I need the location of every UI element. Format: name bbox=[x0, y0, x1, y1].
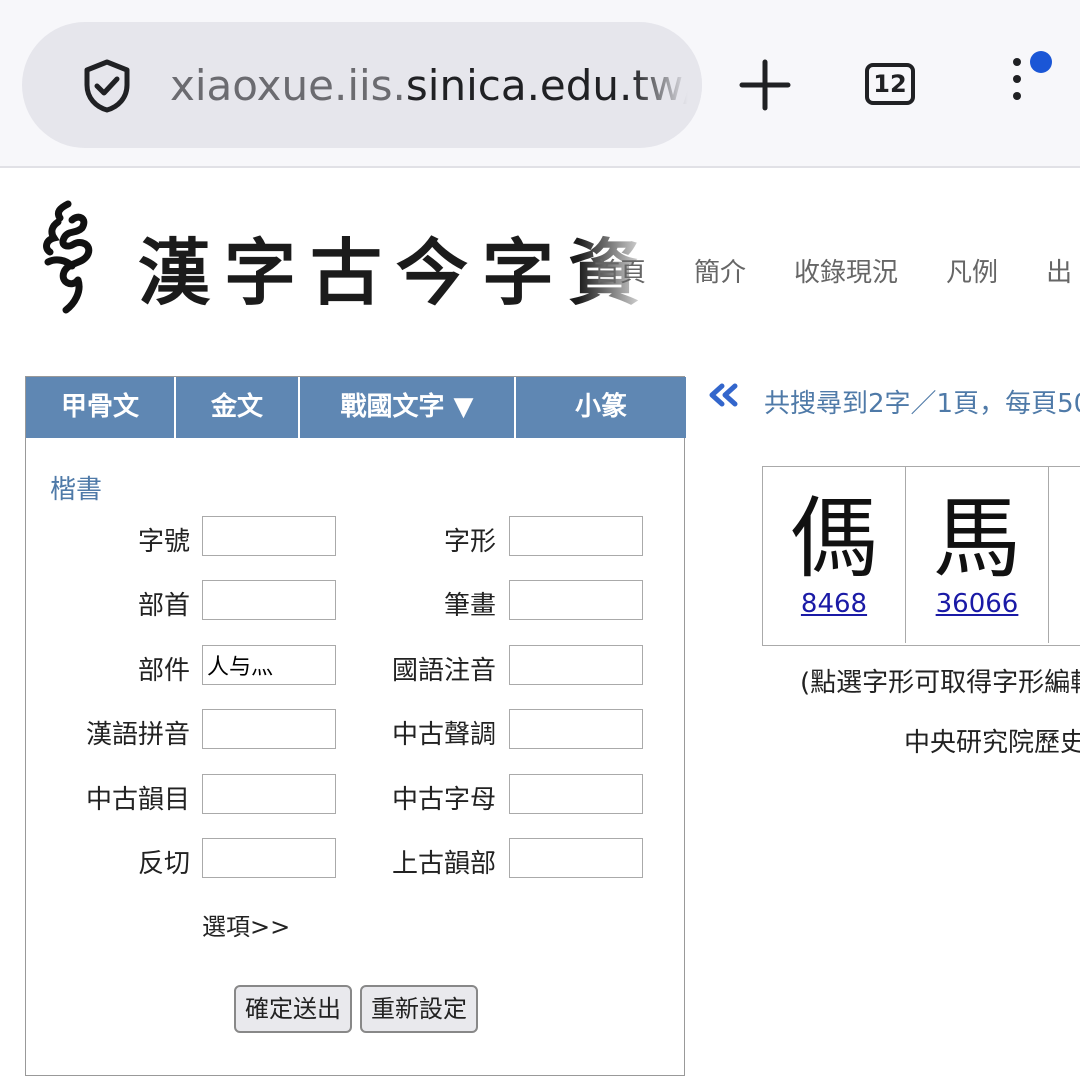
result-cell[interactable]: 傌 8468 bbox=[763, 467, 906, 643]
label-pinyin: 漢語拼音 bbox=[85, 720, 190, 750]
mc-initial-input[interactable] bbox=[509, 774, 643, 814]
nav-intro[interactable]: 簡介 bbox=[694, 252, 746, 289]
nav-home[interactable]: 首頁 bbox=[594, 252, 646, 289]
url-text[interactable]: xiaoxue.iis.sinica.edu.tw/c bbox=[170, 58, 700, 114]
fanqie-input[interactable] bbox=[202, 838, 336, 878]
section-label-regular-script: 楷書 bbox=[50, 475, 103, 505]
strokes-input[interactable] bbox=[509, 580, 643, 620]
label-oc-rhyme: 上古韻部 bbox=[391, 849, 496, 879]
char-form-input[interactable] bbox=[509, 516, 643, 556]
pinyin-input[interactable] bbox=[202, 709, 336, 749]
tab-warring-states[interactable]: 戰國文字 ▼ bbox=[300, 377, 516, 438]
tab-switcher-button[interactable]: 12 bbox=[865, 63, 915, 105]
result-summary: 共搜尋到2字／1頁，每頁50 bbox=[764, 389, 1080, 419]
top-navigation: 首頁 簡介 收錄現況 凡例 出 bbox=[594, 252, 1080, 289]
search-panel: 甲骨文 金文 戰國文字 ▼ 小篆 楷書 字號 字形 部首 筆畫 部件 國語注音 … bbox=[25, 376, 686, 1076]
oc-rhyme-input[interactable] bbox=[509, 838, 643, 878]
reset-button[interactable]: 重新設定 bbox=[360, 985, 478, 1033]
label-component: 部件 bbox=[137, 656, 190, 686]
char-number-input[interactable] bbox=[202, 516, 336, 556]
mc-tone-input[interactable] bbox=[509, 709, 643, 749]
shield-check-icon[interactable] bbox=[80, 58, 134, 114]
url-fade bbox=[632, 22, 702, 148]
tab-bronze[interactable]: 金文 bbox=[176, 377, 300, 438]
hint-text: (點選字形可取得字形編輯 bbox=[800, 668, 1080, 698]
submit-button[interactable]: 確定送出 bbox=[234, 985, 352, 1033]
char-glyph[interactable]: 馬 bbox=[906, 489, 1048, 589]
seal-script-logo-icon bbox=[43, 200, 93, 314]
address-bar[interactable]: xiaoxue.iis.sinica.edu.tw/c bbox=[22, 22, 702, 148]
plus-icon[interactable] bbox=[738, 58, 792, 112]
tab-small-seal[interactable]: 小篆 bbox=[516, 377, 686, 438]
nav-guidelines[interactable]: 凡例 bbox=[946, 252, 998, 289]
result-cell[interactable]: 馬 36066 bbox=[906, 467, 1049, 643]
label-fanqie: 反切 bbox=[137, 849, 190, 879]
more-vert-icon[interactable] bbox=[1002, 58, 1032, 112]
browser-toolbar: xiaoxue.iis.sinica.edu.tw/c 12 bbox=[0, 0, 1080, 168]
char-code-link[interactable]: 36066 bbox=[906, 589, 1048, 619]
site-logo[interactable]: 漢字古今字資料庫 bbox=[38, 200, 688, 320]
label-strokes: 筆畫 bbox=[443, 591, 496, 621]
label-mc-initial: 中古字母 bbox=[391, 785, 496, 815]
component-input[interactable] bbox=[202, 645, 336, 685]
radical-input[interactable] bbox=[202, 580, 336, 620]
char-glyph[interactable]: 傌 bbox=[763, 489, 905, 589]
footer-text: 中央研究院歷史 bbox=[904, 728, 1080, 758]
label-zhuyin: 國語注音 bbox=[391, 656, 496, 686]
double-chevron-left-icon[interactable] bbox=[706, 378, 740, 412]
label-char-form: 字形 bbox=[443, 527, 496, 557]
label-mc-rhyme: 中古韻目 bbox=[85, 785, 190, 815]
result-cell-partial bbox=[1049, 467, 1080, 643]
label-radical: 部首 bbox=[137, 591, 190, 621]
nav-more[interactable]: 出 bbox=[1046, 252, 1072, 289]
zhuyin-input[interactable] bbox=[509, 645, 643, 685]
mc-rhyme-input[interactable] bbox=[202, 774, 336, 814]
nav-collection-status[interactable]: 收錄現況 bbox=[794, 252, 898, 289]
notification-dot bbox=[1030, 51, 1052, 73]
char-code-link[interactable]: 8468 bbox=[763, 589, 905, 619]
label-mc-tone: 中古聲調 bbox=[391, 720, 496, 750]
options-toggle-link[interactable]: 選項>> bbox=[202, 907, 290, 942]
url-host: xiaoxue.iis. bbox=[170, 61, 406, 110]
label-char-number: 字號 bbox=[137, 527, 190, 557]
result-table: 傌 8468 馬 36066 bbox=[762, 466, 1080, 646]
tab-oracle-bone[interactable]: 甲骨文 bbox=[26, 377, 176, 438]
script-tabs: 甲骨文 金文 戰國文字 ▼ 小篆 bbox=[26, 377, 686, 438]
